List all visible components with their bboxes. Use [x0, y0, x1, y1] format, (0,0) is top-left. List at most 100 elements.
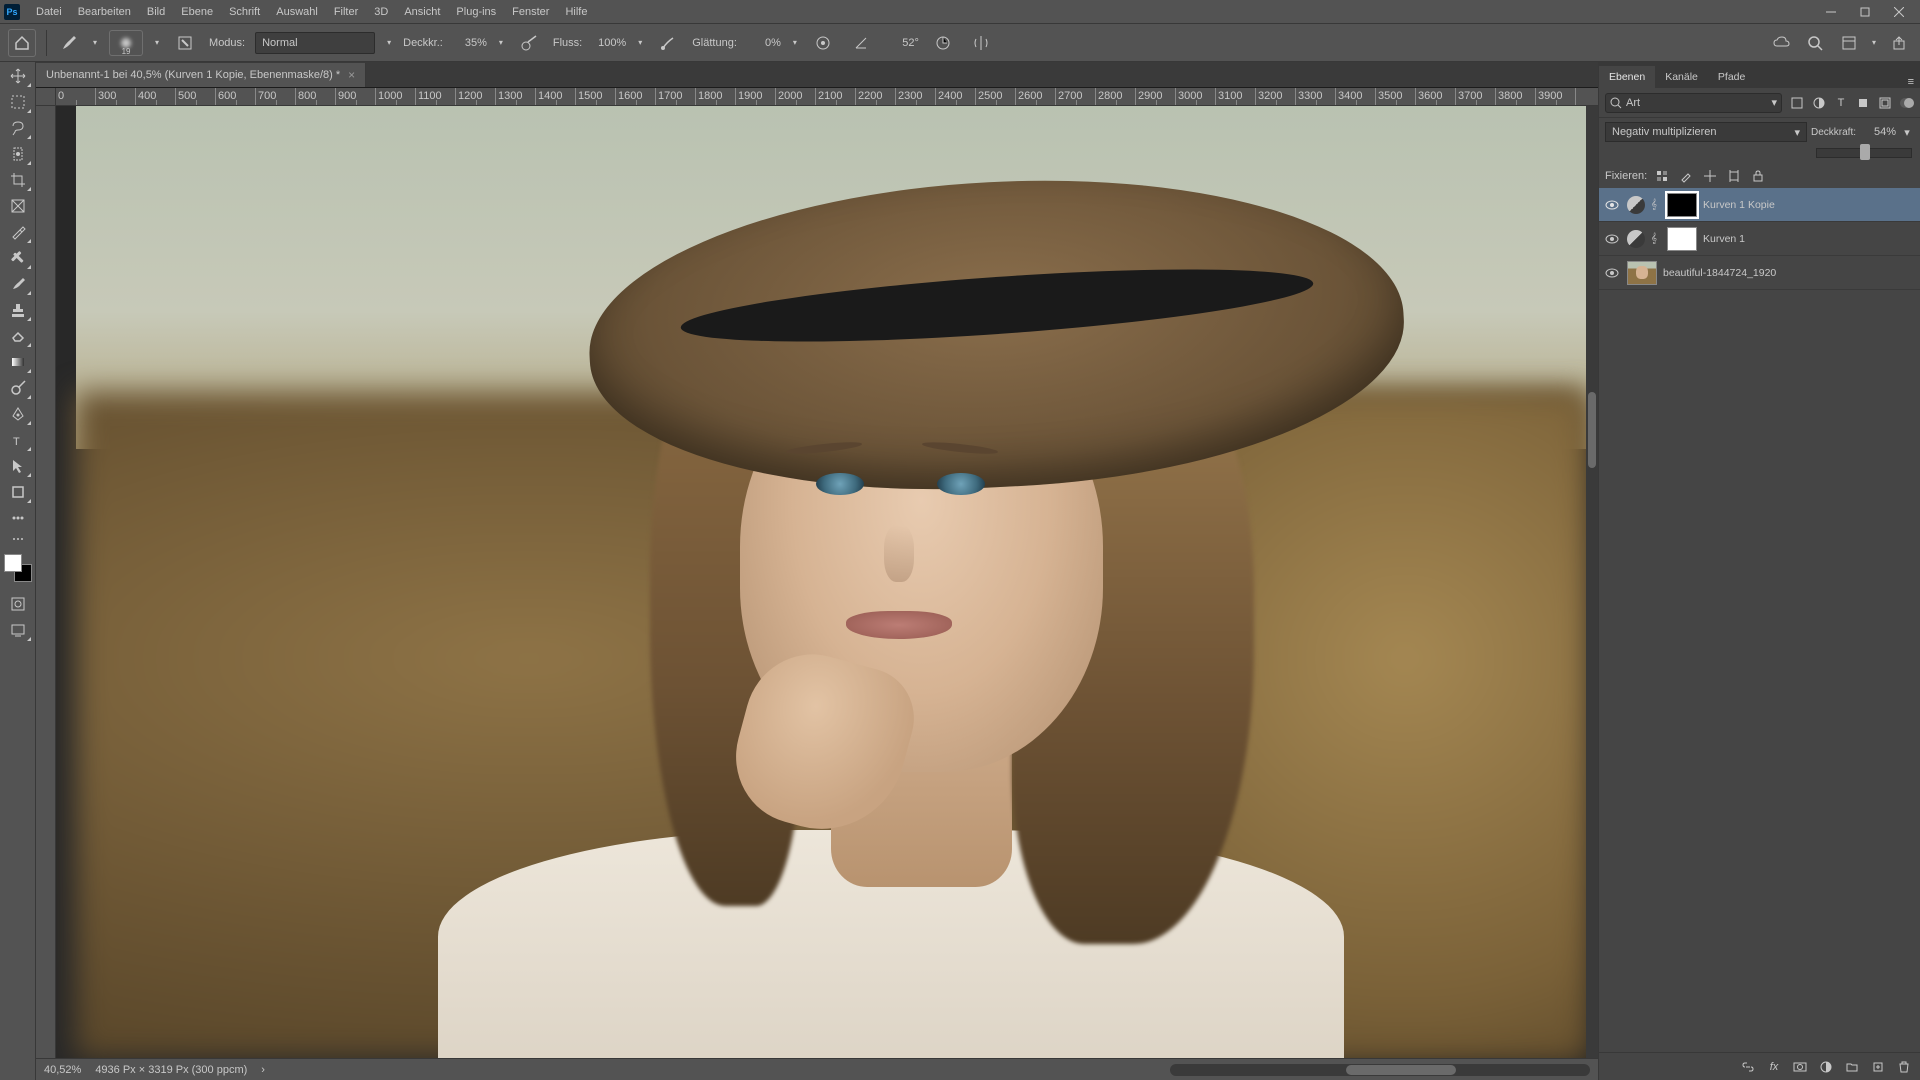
smoothing-chevron-icon[interactable]: ▾ [791, 38, 799, 47]
layer-row[interactable]: 𝄞 Kurven 1 [1599, 222, 1920, 256]
mode-chevron-icon[interactable]: ▾ [385, 38, 393, 47]
visibility-toggle[interactable] [1603, 264, 1621, 282]
menu-auswahl[interactable]: Auswahl [268, 0, 326, 23]
opacity-chevron-icon[interactable]: ▾ [1900, 126, 1914, 139]
lock-all-icon[interactable] [1749, 167, 1767, 185]
layer-row[interactable]: 𝄞 Kurven 1 Kopie [1599, 188, 1920, 222]
layer-row[interactable]: beautiful-1844724_1920 [1599, 256, 1920, 290]
filter-adjust-icon[interactable] [1810, 94, 1828, 112]
type-tool[interactable]: T [3, 428, 33, 452]
filter-type-icon[interactable]: T [1832, 94, 1850, 112]
filter-shape-icon[interactable] [1854, 94, 1872, 112]
pen-tool[interactable] [3, 402, 33, 426]
crop-tool[interactable] [3, 168, 33, 192]
vertical-ruler[interactable] [36, 106, 56, 1058]
smoothing-options-icon[interactable] [809, 30, 837, 56]
lock-transparent-icon[interactable] [1653, 167, 1671, 185]
adjustment-layer-icon[interactable] [1816, 1057, 1836, 1077]
menu-datei[interactable]: Datei [28, 0, 70, 23]
smoothing-value[interactable]: 0% [747, 37, 781, 49]
menu-schrift[interactable]: Schrift [221, 0, 268, 23]
layer-mask-thumbnail[interactable] [1667, 193, 1697, 217]
brush-chevron-icon[interactable]: ▾ [153, 38, 161, 47]
blend-mode-dropdown[interactable]: Normal [255, 32, 375, 54]
move-tool[interactable] [3, 64, 33, 88]
cloud-docs-icon[interactable] [1768, 30, 1794, 56]
horizontal-scrollbar[interactable] [1170, 1064, 1590, 1076]
shape-tool[interactable] [3, 480, 33, 504]
lock-artboard-icon[interactable] [1725, 167, 1743, 185]
layer-name[interactable]: Kurven 1 Kopie [1703, 199, 1775, 211]
tab-ebenen[interactable]: Ebenen [1599, 66, 1655, 88]
layer-name[interactable]: Kurven 1 [1703, 233, 1745, 245]
layer-mask-icon[interactable] [1790, 1057, 1810, 1077]
panel-menu-icon[interactable]: ≡ [1902, 76, 1920, 88]
more-tools[interactable] [3, 506, 33, 530]
quick-select-tool[interactable] [3, 142, 33, 166]
menu-3d[interactable]: 3D [366, 0, 396, 23]
horizontal-ruler[interactable]: 0300400500600700800900100011001200130014… [56, 88, 1598, 106]
share-icon[interactable] [1886, 30, 1912, 56]
filter-toggle[interactable] [1900, 98, 1914, 108]
gradient-tool[interactable] [3, 350, 33, 374]
workspace-chevron-icon[interactable]: ▾ [1870, 38, 1878, 47]
brush-preset-picker[interactable]: 19 [109, 30, 143, 56]
filter-smart-icon[interactable] [1876, 94, 1894, 112]
menu-filter[interactable]: Filter [326, 0, 366, 23]
layer-mask-thumbnail[interactable] [1667, 227, 1697, 251]
tool-preset-chevron-icon[interactable]: ▾ [91, 38, 99, 47]
angle-value[interactable]: 52° [885, 37, 919, 49]
stamp-tool[interactable] [3, 298, 33, 322]
zoom-level[interactable]: 40,52% [44, 1064, 81, 1076]
delete-layer-icon[interactable] [1894, 1057, 1914, 1077]
path-select-tool[interactable] [3, 454, 33, 478]
canvas[interactable] [56, 106, 1586, 1058]
flow-chevron-icon[interactable]: ▾ [636, 38, 644, 47]
visibility-toggle[interactable] [1603, 230, 1621, 248]
layer-filter-dropdown[interactable]: Art ▾ [1605, 93, 1782, 113]
tab-pfade[interactable]: Pfade [1708, 66, 1755, 88]
eraser-tool[interactable] [3, 324, 33, 348]
dodge-tool[interactable] [3, 376, 33, 400]
lock-paint-icon[interactable] [1677, 167, 1695, 185]
tab-kanaele[interactable]: Kanäle [1655, 66, 1708, 88]
brush-tool[interactable] [3, 272, 33, 296]
color-swatches[interactable] [4, 554, 32, 582]
group-icon[interactable] [1842, 1057, 1862, 1077]
link-layers-icon[interactable] [1738, 1057, 1758, 1077]
airbrush-icon[interactable] [654, 30, 682, 56]
ruler-origin[interactable] [36, 88, 56, 106]
pressure-opacity-icon[interactable] [515, 30, 543, 56]
layer-thumbnail[interactable] [1627, 261, 1657, 285]
window-minimize-button[interactable] [1814, 0, 1848, 24]
opacity-chevron-icon[interactable]: ▾ [497, 38, 505, 47]
symmetry-icon[interactable] [967, 30, 995, 56]
frame-tool[interactable] [3, 194, 33, 218]
menu-ebene[interactable]: Ebene [173, 0, 221, 23]
lock-position-icon[interactable] [1701, 167, 1719, 185]
layer-name[interactable]: beautiful-1844724_1920 [1663, 267, 1776, 279]
menu-plugins[interactable]: Plug-ins [448, 0, 504, 23]
healing-tool[interactable] [3, 246, 33, 270]
workspace-icon[interactable] [1836, 30, 1862, 56]
visibility-toggle[interactable] [1603, 196, 1621, 214]
flow-value[interactable]: 100% [592, 37, 626, 49]
screenmode-tool[interactable] [3, 618, 33, 642]
layer-opacity-value[interactable]: 54% [1860, 126, 1896, 138]
eyedropper-tool[interactable] [3, 220, 33, 244]
menu-fenster[interactable]: Fenster [504, 0, 557, 23]
new-layer-icon[interactable] [1868, 1057, 1888, 1077]
window-close-button[interactable] [1882, 0, 1916, 24]
status-chevron-icon[interactable]: › [261, 1064, 265, 1076]
pressure-size-icon[interactable] [929, 30, 957, 56]
menu-bearbeiten[interactable]: Bearbeiten [70, 0, 139, 23]
search-icon[interactable] [1802, 30, 1828, 56]
menu-bild[interactable]: Bild [139, 0, 173, 23]
filter-pixel-icon[interactable] [1788, 94, 1806, 112]
opacity-value[interactable]: 35% [453, 37, 487, 49]
lasso-tool[interactable] [3, 116, 33, 140]
menu-ansicht[interactable]: Ansicht [396, 0, 448, 23]
close-icon[interactable]: × [348, 68, 355, 82]
layer-style-icon[interactable]: fx [1764, 1057, 1784, 1077]
edit-toolbar[interactable] [3, 532, 33, 546]
